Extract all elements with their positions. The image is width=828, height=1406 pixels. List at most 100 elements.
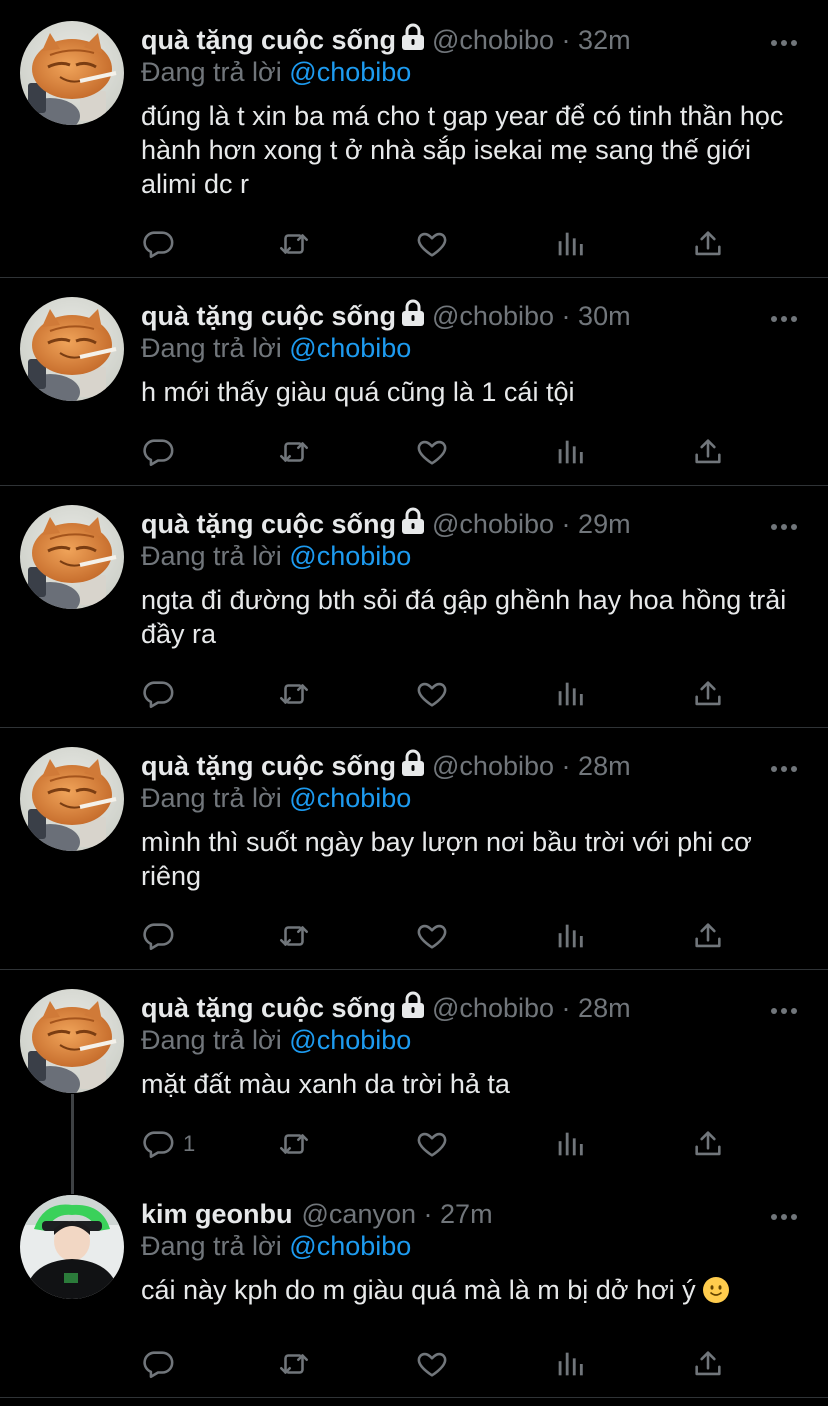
avatar[interactable] [20,297,124,401]
display-name[interactable]: quà tặng cuộc sống [141,301,396,331]
bar-chart-icon [553,919,587,953]
user-handle[interactable]: @canyon [302,1199,416,1229]
replying-to: Đang trả lời @chobibo [141,1229,411,1263]
replying-label: Đang trả lời [141,1231,282,1261]
more-options-icon[interactable] [770,1003,798,1014]
replying-to: Đang trả lời @chobibo [141,55,411,89]
avatar[interactable] [20,1195,124,1299]
avatar[interactable] [20,989,124,1093]
tweet-header: quà tặng cuộc sống @chobibo · 30m [141,299,631,333]
replying-label: Đang trả lời [141,1025,282,1055]
share-button[interactable] [691,919,725,953]
reply-button[interactable] [141,227,175,261]
view-stats-button[interactable] [553,227,587,261]
like-button[interactable] [415,435,449,469]
retweet-button[interactable] [277,227,311,261]
tweet-actions [141,919,741,953]
user-handle[interactable]: @chobibo [432,751,554,781]
tweet-header: kim geonbu @canyon · 27m [141,1197,493,1231]
share-icon [691,1347,725,1381]
tweet-header: quà tặng cuộc sống @chobibo · 28m [141,991,631,1025]
retweet-icon [277,919,311,953]
retweet-icon [277,227,311,261]
replying-to-link[interactable]: @chobibo [289,1231,411,1261]
replying-to-link[interactable]: @chobibo [289,541,411,571]
user-handle[interactable]: @chobibo [432,993,554,1023]
like-button[interactable] [415,677,449,711]
tweet-timestamp[interactable]: 29m [578,509,631,539]
avatar[interactable] [20,505,124,609]
tweet-header: quà tặng cuộc sống @chobibo · 29m [141,507,631,541]
reply-button[interactable]: 1 [141,1127,195,1161]
tweet-divider [0,727,828,728]
retweet-button[interactable] [277,677,311,711]
more-options-icon[interactable] [770,1209,798,1220]
tweet-divider [0,969,828,970]
retweet-button[interactable] [277,919,311,953]
reply-button[interactable] [141,435,175,469]
user-handle[interactable]: @chobibo [432,301,554,331]
tweet-timestamp[interactable]: 28m [578,993,631,1023]
reply-button[interactable] [141,919,175,953]
more-options-icon[interactable] [770,761,798,772]
like-button[interactable] [415,1347,449,1381]
tweet-timestamp[interactable]: 32m [578,25,631,55]
display-name[interactable]: quà tặng cuộc sống [141,509,396,539]
view-stats-button[interactable] [553,1347,587,1381]
tweet-timestamp[interactable]: 27m [440,1199,493,1229]
retweet-button[interactable] [277,1127,311,1161]
tweet-actions [141,227,741,261]
avatar[interactable] [20,21,124,125]
view-stats-button[interactable] [553,677,587,711]
more-options-icon[interactable] [770,519,798,530]
reply-button[interactable] [141,677,175,711]
reply-icon [141,677,175,711]
tweet-header: quà tặng cuộc sống @chobibo · 32m [141,23,631,57]
tweet-text: h mới thấy giàu quá cũng là 1 cái tội [141,375,811,409]
share-icon [691,227,725,261]
retweet-button[interactable] [277,1347,311,1381]
user-handle[interactable]: @chobibo [432,25,554,55]
reply-icon [141,435,175,469]
reply-button[interactable] [141,1347,175,1381]
share-button[interactable] [691,1127,725,1161]
share-button[interactable] [691,227,725,261]
replying-label: Đang trả lời [141,333,282,363]
tweet-timestamp[interactable]: 28m [578,751,631,781]
view-stats-button[interactable] [553,919,587,953]
more-options-icon[interactable] [770,35,798,46]
display-name[interactable]: quà tặng cuộc sống [141,25,396,55]
separator-dot: · [561,301,571,331]
like-button[interactable] [415,1127,449,1161]
reply-icon [141,1347,175,1381]
tweet-timestamp[interactable]: 30m [578,301,631,331]
view-stats-button[interactable] [553,435,587,469]
user-handle[interactable]: @chobibo [432,509,554,539]
replying-to-link[interactable]: @chobibo [289,333,411,363]
avatar[interactable] [20,747,124,851]
display-name[interactable]: quà tặng cuộc sống [141,993,396,1023]
tweet-divider [0,277,828,278]
more-options-icon[interactable] [770,311,798,322]
replying-to-link[interactable]: @chobibo [289,57,411,87]
separator-dot: · [561,993,571,1023]
replying-to-link[interactable]: @chobibo [289,1025,411,1055]
tweet-text: ngta đi đường bth sỏi đá gập ghềnh hay h… [141,583,811,651]
tweet-actions [141,1347,741,1381]
retweet-icon [277,435,311,469]
share-icon [691,919,725,953]
like-icon [415,1127,449,1161]
retweet-button[interactable] [277,435,311,469]
share-button[interactable] [691,677,725,711]
replying-to-link[interactable]: @chobibo [289,783,411,813]
tweet-text-content: mình thì suốt ngày bay lượn nơi bầu trời… [141,827,752,891]
tweet-header: quà tặng cuộc sống @chobibo · 28m [141,749,631,783]
share-button[interactable] [691,435,725,469]
like-button[interactable] [415,227,449,261]
share-button[interactable] [691,1347,725,1381]
view-stats-button[interactable] [553,1127,587,1161]
like-button[interactable] [415,919,449,953]
retweet-icon [277,1127,311,1161]
display-name[interactable]: quà tặng cuộc sống [141,751,396,781]
display-name[interactable]: kim geonbu [141,1199,293,1229]
